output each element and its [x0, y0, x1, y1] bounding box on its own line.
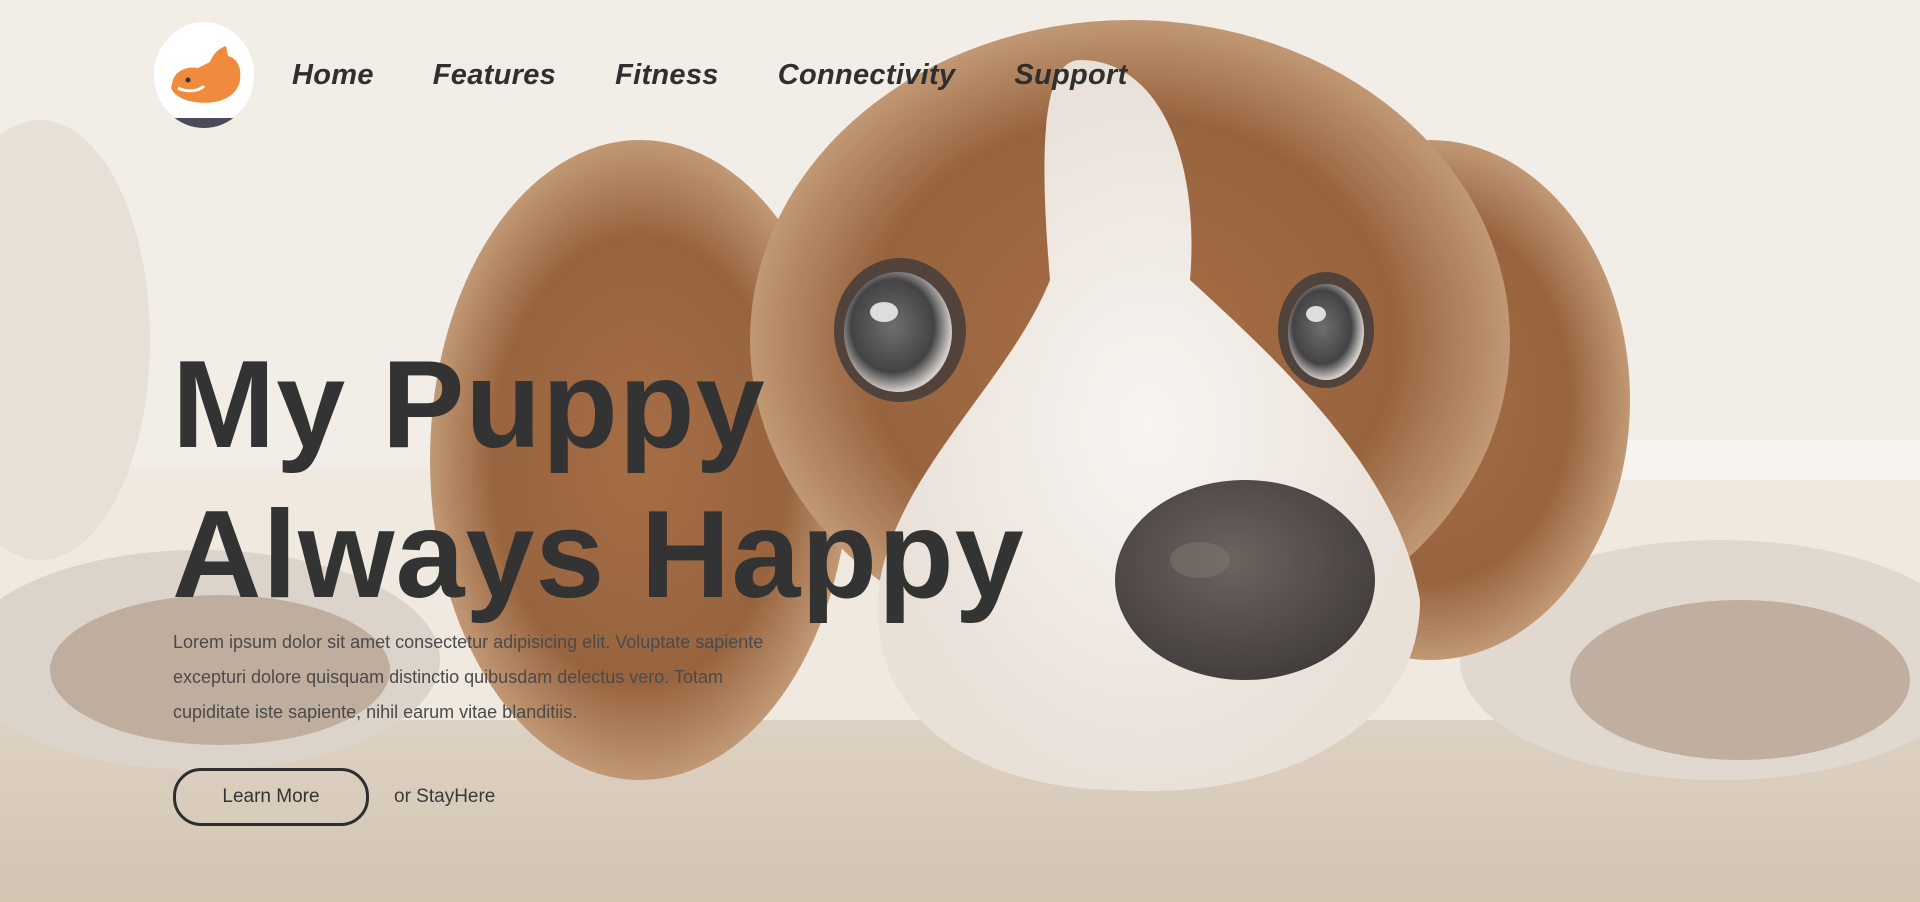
headline-line-1: My Puppy [172, 336, 766, 474]
nav-item-support[interactable]: Support [1014, 56, 1127, 94]
headline-line-2: Always Happy [172, 486, 1025, 624]
learn-more-button[interactable]: Learn More [173, 768, 369, 826]
nav-item-connectivity[interactable]: Connectivity [778, 56, 956, 94]
nav-item-features[interactable]: Features [433, 56, 556, 94]
stay-here-link[interactable]: or StayHere [394, 786, 495, 808]
nav-item-fitness[interactable]: Fitness [615, 56, 719, 94]
hero-headline: My Puppy Always Happy [172, 330, 1025, 630]
logo[interactable] [154, 22, 254, 128]
cta-group: Learn More or StayHere [173, 768, 495, 826]
corgi-logo-icon [154, 22, 254, 128]
hero-lead-text: Lorem ipsum dolor sit amet consectetur a… [173, 632, 764, 722]
main-nav: Home Features Fitness Connectivity Suppo… [292, 56, 1187, 94]
hero-section: Home Features Fitness Connectivity Suppo… [0, 0, 1920, 902]
nav-item-home[interactable]: Home [292, 56, 374, 94]
